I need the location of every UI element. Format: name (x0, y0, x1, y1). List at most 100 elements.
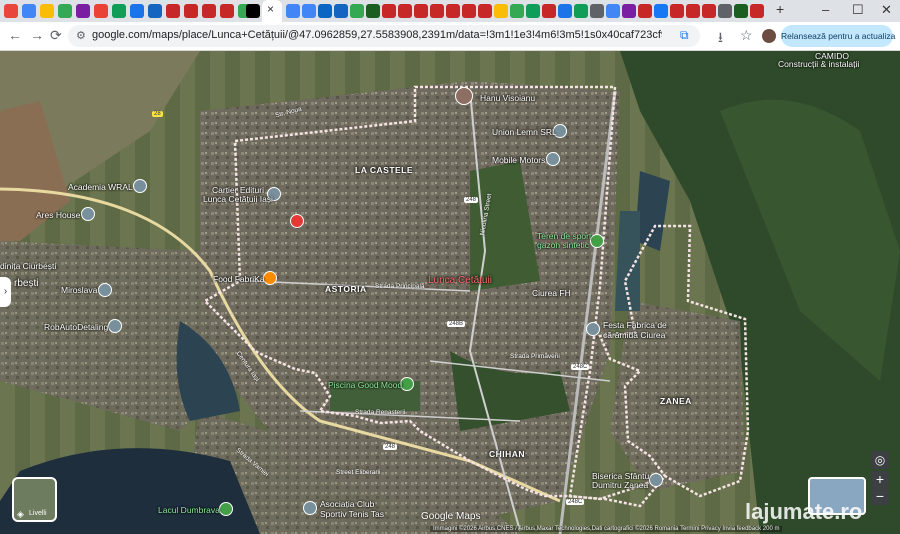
tab-favicon-16[interactable] (286, 4, 300, 18)
tab-favicon-40[interactable] (670, 4, 684, 18)
site-info-icon[interactable]: ⚙ (76, 29, 86, 42)
festa-pin[interactable] (586, 322, 600, 336)
ares-house-label[interactable]: Ares House (36, 210, 80, 220)
tab-favicon-20[interactable] (350, 4, 364, 18)
hanu-visoianu-label[interactable]: Hanu Visoianu (480, 93, 535, 103)
robauto-label[interactable]: RobAutoDetaling (44, 322, 108, 332)
minimize-icon[interactable]: – (822, 2, 829, 17)
tab-favicon-10[interactable] (166, 4, 180, 18)
tab-favicon-24[interactable] (414, 4, 428, 18)
tab-favicon-26[interactable] (446, 4, 460, 18)
tab-favicon-32[interactable] (542, 4, 556, 18)
maximize-icon[interactable]: ☐ (852, 2, 864, 18)
tab-favicon-4[interactable] (58, 4, 72, 18)
miroslava-label[interactable]: Miroslava (61, 285, 97, 295)
robauto-pin[interactable] (108, 319, 122, 333)
lacul-dumbrava-label[interactable]: Lacul Dumbrava (158, 505, 220, 515)
selected-place-label[interactable]: Lunca Cetățuii (428, 276, 492, 286)
satellite-map[interactable]: › LA CASTELE ASTORIA CHIHAN ZANEA Lunca … (0, 51, 900, 534)
tab-favicon-34[interactable] (574, 4, 588, 18)
tab-favicon-6[interactable] (94, 4, 108, 18)
bookmark-star-icon[interactable]: ☆ (740, 27, 753, 44)
profile-avatar[interactable] (762, 29, 776, 43)
address-bar[interactable]: ⚙ google.com/maps/place/Lunca+Cetățuii/@… (68, 25, 700, 47)
tab-favicon-27[interactable] (462, 4, 476, 18)
tab-favicon-41[interactable] (686, 4, 700, 18)
tab-favicon-38[interactable] (638, 4, 652, 18)
tab-favicon-25[interactable] (430, 4, 444, 18)
tab-favicon-22[interactable] (382, 4, 396, 18)
tab-favicon-28[interactable] (478, 4, 492, 18)
tab-favicon-44[interactable] (734, 4, 748, 18)
tab-close-icon[interactable]: × (267, 2, 274, 16)
tab-favicon-13[interactable] (220, 4, 234, 18)
lacul-dumbrava-pin[interactable] (219, 502, 233, 516)
ciurea-fh-label[interactable]: Ciurea FH (532, 288, 571, 298)
download-icon[interactable]: ⭳ (718, 27, 723, 51)
tab-favicon-43[interactable] (718, 4, 732, 18)
tab-favicon-18[interactable] (318, 4, 332, 18)
close-window-icon[interactable]: ✕ (881, 2, 892, 18)
tab-favicon-37[interactable] (622, 4, 636, 18)
tab-favicon-17[interactable] (302, 4, 316, 18)
layers-button[interactable]: ◈ Livelli (12, 477, 57, 522)
festa-label-2[interactable]: cărămidă Ciurea (603, 330, 665, 340)
teren-sport-pin[interactable] (590, 234, 604, 248)
piscina-label[interactable]: Piscina Good Mood (328, 380, 402, 390)
tab-favicon-39[interactable] (654, 4, 668, 18)
tab-favicon-45[interactable] (750, 4, 764, 18)
tab-favicon-7[interactable] (112, 4, 126, 18)
mobile-motors-label[interactable]: Mobile Motors (492, 155, 545, 165)
back-icon[interactable]: ← (8, 27, 22, 43)
hanu-visoianu-pin[interactable] (455, 87, 473, 105)
tab-favicon-12[interactable] (202, 4, 216, 18)
shopping-pin[interactable] (290, 214, 304, 228)
union-lemn-label[interactable]: Union Lemn SRL (492, 127, 557, 137)
camido-label-2[interactable]: Construcții & instalații (778, 59, 859, 69)
dinita-label[interactable]: dinița Ciurbești (0, 261, 56, 271)
tab-favicon-31[interactable] (526, 4, 540, 18)
mobile-motors-pin[interactable] (546, 152, 560, 166)
zoom-in-button[interactable]: + (871, 471, 889, 488)
asociatia-label-2[interactable]: Sportiv Tenis Tas (320, 509, 384, 519)
tab-favicon-23[interactable] (398, 4, 412, 18)
festa-label-1[interactable]: Festa Fabrica de (603, 320, 667, 330)
tab-favicon-35[interactable] (590, 4, 604, 18)
tab-favicon-2[interactable] (22, 4, 36, 18)
tab-favicon-21[interactable] (366, 4, 380, 18)
reload-icon[interactable]: ⟳ (50, 27, 62, 44)
tab-favicon-33[interactable] (558, 4, 572, 18)
forward-icon[interactable]: → (30, 27, 44, 43)
asociatia-label-1[interactable]: Asociația Club (320, 499, 374, 509)
food-fabrika-label[interactable]: Food FabriKa (213, 274, 265, 284)
new-tab-icon[interactable]: + (776, 1, 784, 17)
asociatia-pin[interactable] (303, 501, 317, 515)
tab-favicon-15[interactable] (246, 4, 260, 18)
food-fabrika-pin[interactable] (263, 271, 277, 285)
tab-favicon-30[interactable] (510, 4, 524, 18)
tab-favicon-5[interactable] (76, 4, 90, 18)
biserica-pin[interactable] (649, 473, 663, 487)
academia-label[interactable]: Academia WRAL (68, 182, 133, 192)
biserica-label-2[interactable]: Dumitru Zanea (592, 480, 648, 490)
tab-favicon-36[interactable] (606, 4, 620, 18)
tab-favicon-8[interactable] (130, 4, 144, 18)
tab-favicon-29[interactable] (494, 4, 508, 18)
tab-favicon-9[interactable] (148, 4, 162, 18)
tab-favicon-42[interactable] (702, 4, 716, 18)
tab-favicon-1[interactable] (4, 4, 18, 18)
collapse-panel-button[interactable]: › (0, 277, 11, 307)
screen-share-icon[interactable]: ⧉ (680, 28, 689, 43)
tab-favicon-3[interactable] (40, 4, 54, 18)
tab-favicon-19[interactable] (334, 4, 348, 18)
miroslava-pin[interactable] (98, 283, 112, 297)
zoom-out-button[interactable]: − (871, 488, 889, 505)
tab-favicon-11[interactable] (184, 4, 198, 18)
academia-pin[interactable] (133, 179, 147, 193)
cartier-label-2[interactable]: Lunca Cetățuii Iași (203, 194, 273, 204)
my-location-button[interactable]: ◎ (871, 451, 889, 469)
rbesti-label[interactable]: rbești (14, 279, 38, 289)
ares-house-pin[interactable] (81, 207, 95, 221)
relaunch-button[interactable]: Relansează pentru a actualiza (781, 25, 895, 47)
teren-sport-label-2[interactable]: gazon sintetic (537, 240, 589, 250)
